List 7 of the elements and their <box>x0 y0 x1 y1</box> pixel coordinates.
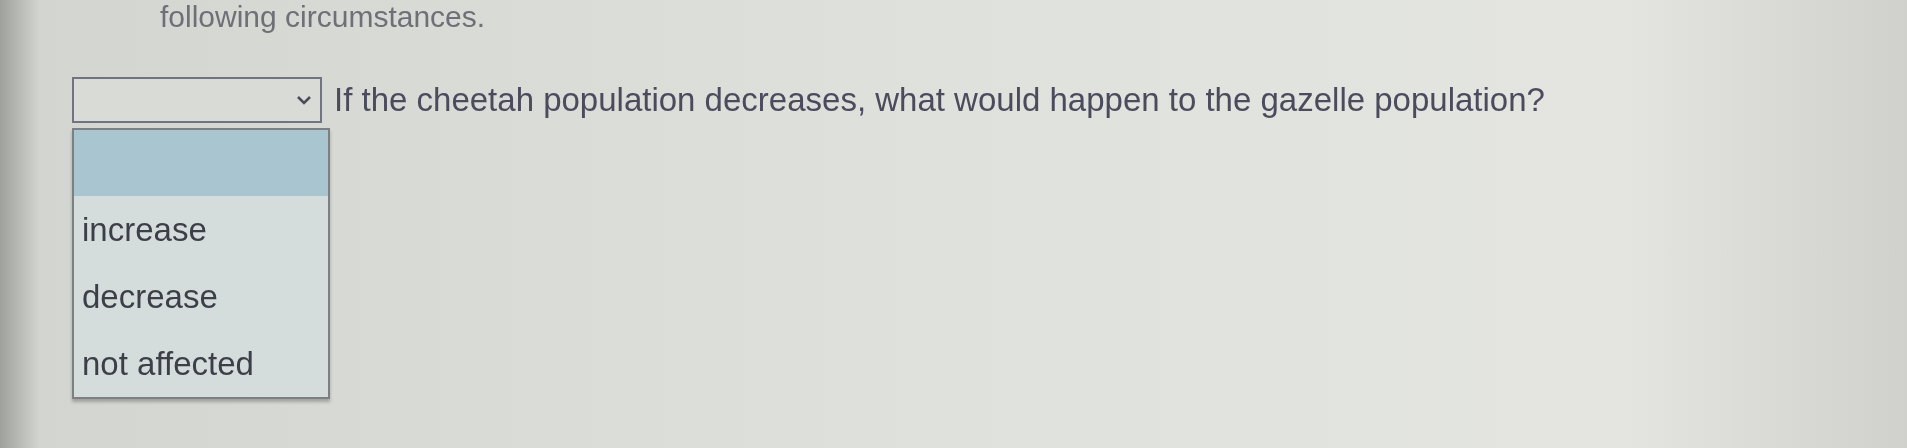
dropdown-option[interactable]: increase <box>74 196 328 263</box>
answer-dropdown[interactable] <box>72 76 322 123</box>
chevron-icon <box>296 93 312 106</box>
dropdown-option[interactable]: not affected <box>74 330 328 397</box>
instruction-text: following circumstances. <box>160 0 486 35</box>
dropdown-option[interactable]: decrease <box>74 263 328 330</box>
question-text: If the cheetah population decreases, what would happen to the gazelle population? <box>334 80 1545 119</box>
